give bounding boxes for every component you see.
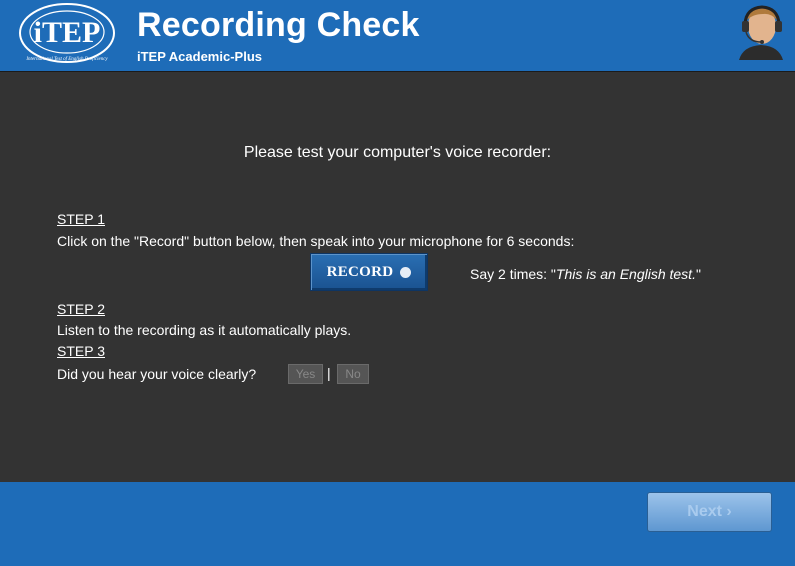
step2-title: STEP 2 — [57, 301, 105, 317]
step1-title: STEP 1 — [57, 211, 105, 227]
step3-title: STEP 3 — [57, 343, 105, 359]
say-instruction: Say 2 times: "This is an English test." — [470, 266, 701, 282]
record-button-label: RECORD — [326, 263, 394, 280]
next-button[interactable]: Next › — [647, 492, 772, 532]
headset-user-avatar — [735, 2, 787, 60]
say-phrase: This is an English test. — [555, 266, 696, 282]
instruction-text: Please test your computer's voice record… — [243, 144, 552, 161]
record-button[interactable]: RECORD — [310, 253, 428, 291]
say-prefix: Say 2 times: " — [470, 266, 556, 282]
yes-button[interactable]: Yes — [288, 364, 323, 384]
no-button[interactable]: No — [337, 364, 369, 384]
itep-logo: iTEP International Test of English Profi… — [19, 3, 115, 63]
page-title: Recording Check — [137, 6, 420, 44]
say-suffix: " — [695, 266, 701, 282]
record-dot-icon — [400, 266, 412, 278]
header-bar: iTEP International Test of English Profi… — [0, 0, 795, 71]
page-subtitle: iTEP Academic-Plus — [137, 49, 262, 64]
step3-text: Did you hear your voice clearly? — [57, 366, 257, 382]
main-panel: Please test your computer's voice record… — [0, 71, 795, 482]
step1-text: Click on the "Record" button below, then… — [57, 233, 575, 249]
logo-ring-text: International Test of English Proficienc… — [25, 57, 108, 62]
yes-no-separator: | — [327, 365, 331, 381]
logo-wordmark: iTEP — [34, 16, 101, 49]
step2-text: Listen to the recording as it automatica… — [57, 322, 352, 338]
